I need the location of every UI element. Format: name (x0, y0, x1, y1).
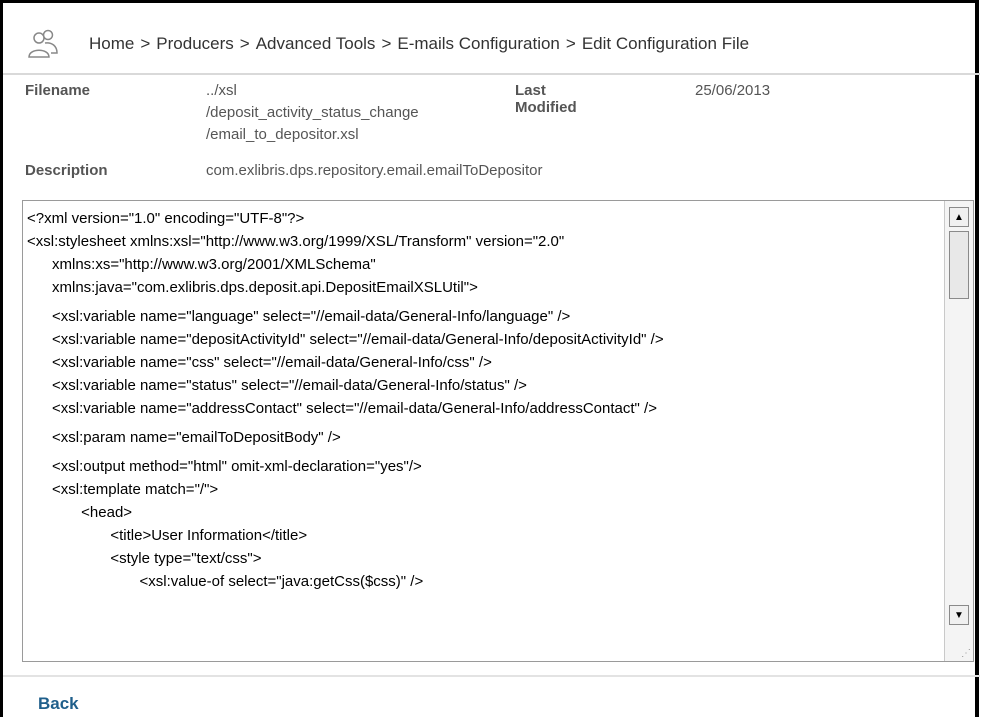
code-line: <title>User Information</title> (27, 527, 308, 544)
breadcrumb-emails-configuration[interactable]: E-mails Configuration (397, 34, 560, 53)
description-label: Description (25, 162, 108, 179)
breadcrumb-producers[interactable]: Producers (156, 34, 233, 53)
code-line: <xsl:template match="/"> (27, 481, 219, 498)
arrow-up-icon[interactable]: ▲ (949, 207, 969, 227)
filename-line: /email_to_depositor.xsl (206, 126, 359, 143)
last-modified-label: Last Modified (515, 82, 577, 116)
code-line: <head> (27, 504, 133, 521)
users-icon (28, 29, 58, 58)
xsl-editor-textarea[interactable]: <?xml version="1.0" encoding="UTF-8"?> <… (22, 200, 974, 662)
code-line: <xsl:variable name="addressContact" sele… (27, 400, 657, 417)
breadcrumb-home[interactable]: Home (89, 34, 134, 53)
code-line: <xsl:stylesheet xmlns:xsl="http://www.w3… (27, 233, 565, 250)
filename-value: ../xsl /deposit_activity_status_change /… (206, 80, 419, 146)
code-line: xmlns:xs="http://www.w3.org/2001/XMLSche… (27, 256, 376, 273)
header: Home > Producers > Advanced Tools > E-mails Co… (3, 3, 980, 75)
back-link[interactable]: Back (38, 694, 79, 714)
code-line: <xsl:variable name="language" select="//… (27, 308, 571, 325)
arrow-down-icon[interactable]: ▼ (949, 605, 969, 625)
breadcrumb: Home > Producers > Advanced Tools > E-mails Co… (89, 34, 749, 54)
scrollbar-thumb[interactable] (949, 231, 969, 299)
code-line: <xsl:variable name="css" select="//email… (27, 354, 492, 371)
code-line: <?xml version="1.0" encoding="UTF-8"?> (27, 210, 305, 227)
resize-grip-icon[interactable]: ⋰ (961, 648, 971, 659)
description-value: com.exlibris.dps.repository.email.emailT… (206, 162, 543, 179)
breadcrumb-separator: > (565, 34, 576, 53)
code-line: <xsl:variable name="status" select="//em… (27, 377, 527, 394)
code-line: <xsl:output method="html" omit-xml-decla… (27, 458, 422, 475)
breadcrumb-separator: > (381, 34, 392, 53)
editor-content[interactable]: <?xml version="1.0" encoding="UTF-8"?> <… (27, 207, 943, 593)
code-line: <xsl:variable name="depositActivityId" s… (27, 331, 664, 348)
code-line: <xsl:value-of select="java:getCss($css)"… (27, 573, 424, 590)
breadcrumb-advanced-tools[interactable]: Advanced Tools (256, 34, 376, 53)
filename-label: Filename (25, 82, 91, 99)
breadcrumb-separator: > (239, 34, 250, 53)
breadcrumb-current-page: Edit Configuration File (581, 34, 750, 53)
code-line: xmlns:java="com.exlibris.dps.deposit.api… (27, 279, 478, 296)
code-line: <xsl:param name="emailToDepositBody" /> (27, 429, 341, 446)
footer-divider (3, 675, 980, 677)
breadcrumb-separator: > (140, 34, 151, 53)
filename-line: ../xsl (206, 82, 237, 99)
vertical-scrollbar[interactable]: ▲ ▼ (944, 201, 973, 661)
filename-line: /deposit_activity_status_change (206, 104, 419, 121)
last-modified-value: 25/06/2013 (695, 82, 771, 99)
code-line: <style type="text/css"> (27, 550, 262, 567)
